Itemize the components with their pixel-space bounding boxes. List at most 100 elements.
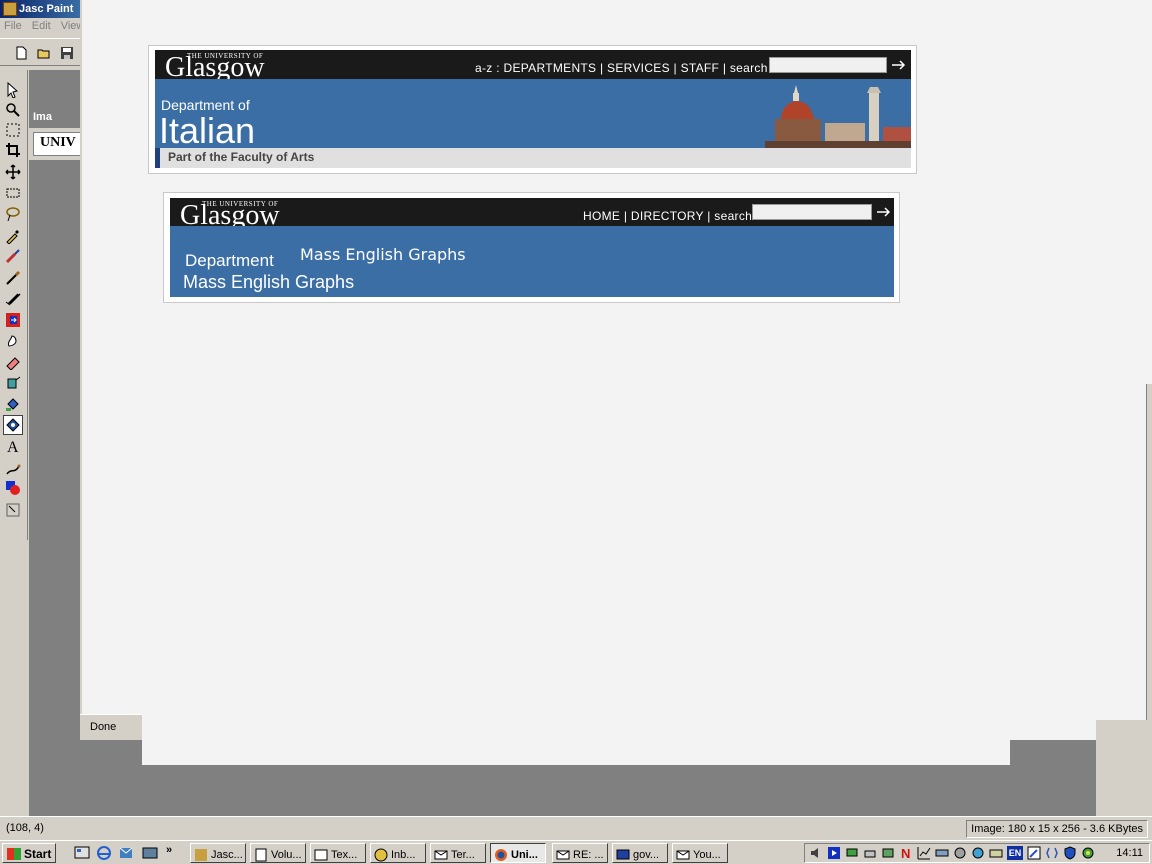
text-app-icon [314,849,328,860]
firefox-icon [495,848,507,861]
new-file-icon[interactable] [12,44,30,62]
chart-icon[interactable] [917,846,931,860]
search-go-arrow-icon[interactable] [891,58,907,72]
browser-frame-edge [1096,720,1152,816]
draw-tool-icon[interactable] [3,458,23,478]
tool-tray-icon[interactable] [953,846,967,860]
task-jasc[interactable]: Jasc... [190,843,246,863]
jasc-app-icon [195,848,207,861]
psp-statusbar: (108, 4) Image: 180 x 15 x 256 - 3.6 KBy… [0,816,1152,840]
norton-icon[interactable]: N [899,846,913,860]
crop-tool-icon[interactable] [3,140,23,160]
printer-icon[interactable] [863,846,877,860]
task-inbox[interactable]: Inb... [370,843,426,863]
antivirus-icon[interactable] [1081,846,1095,860]
image-window[interactable]: Ima UNIV [29,108,81,160]
retouch-tool-icon[interactable] [3,330,23,350]
language-indicator[interactable]: EN [1007,846,1023,860]
eraser-tool-icon[interactable] [3,352,23,372]
faculty-link[interactable]: Part of the Faculty of Arts [160,148,911,168]
clock[interactable]: 14:11 [1116,847,1143,859]
airbrush-tool-icon[interactable] [3,372,23,392]
quick-launch-app-icon[interactable] [142,845,158,861]
object-selector-icon[interactable] [3,500,23,520]
deform-tool-icon[interactable] [3,120,23,140]
psp-app-icon [3,2,17,16]
open-folder-icon[interactable] [35,44,53,62]
zoom-tool-icon[interactable] [3,100,23,120]
scanner-icon[interactable] [935,846,949,860]
header2-nav-links[interactable]: HOME | DIRECTORY | search [583,209,752,223]
psp-title: Jasc Paint [19,2,74,15]
paint-brush-icon[interactable] [3,246,23,266]
italian-banner: THE UNIVERSITY OF Glasgow a-z : DEPARTME… [148,45,917,174]
department-label: Department [185,251,274,270]
show-desktop-icon[interactable] [74,845,90,861]
image-window-canvas: UNIV [33,132,81,156]
task-gov[interactable]: gov... [612,843,668,863]
cursor-coordinates: (108, 4) [6,822,44,834]
department-name: Mass English Graphs [183,272,355,292]
browser-scrollbar[interactable] [1146,384,1152,720]
windows-taskbar: Start » Jasc... Volu... Tex... Inb... Te… [0,840,1152,864]
mail-icon [434,850,448,859]
bracket-tray-icon[interactable] [1045,846,1059,860]
mail-icon [676,850,690,859]
mail-icon [556,850,570,859]
florence-cathedral-image [765,79,911,148]
media-player-icon[interactable] [827,846,841,860]
task-volume[interactable]: Volu... [250,843,306,863]
save-icon[interactable] [58,44,76,62]
connection-icon[interactable] [881,846,895,860]
color-replacer-icon[interactable] [3,288,23,308]
move-tool-icon[interactable] [3,162,23,182]
shield-icon[interactable] [1063,846,1077,860]
task-reply-mail[interactable]: RE: ... [552,843,608,863]
dropper-tool-icon[interactable] [3,226,23,246]
overlay-text: Mass English Graphs [300,245,466,264]
task-you[interactable]: You... [672,843,728,863]
browser-content-lower [142,720,1010,765]
image-window-title[interactable]: Ima [29,108,81,128]
outlook-icon[interactable] [118,845,134,861]
monitor-icon [616,849,630,859]
start-button[interactable]: Start [2,843,56,863]
menu-file[interactable]: File [4,20,22,32]
windows-logo-icon [7,848,21,860]
task-terminal[interactable]: Ter... [430,843,486,863]
internet-explorer-icon[interactable] [96,845,112,861]
search-input[interactable] [769,57,887,73]
network-icon[interactable] [845,846,859,860]
psp-titlebar[interactable]: Jasc Paint [0,0,82,18]
freehand-selection-icon[interactable] [3,204,23,224]
header-nav-links[interactable]: a-z : DEPARTMENTS | SERVICES | STAFF | s… [475,61,768,75]
menu-view[interactable]: View [61,20,82,32]
task-university-browser[interactable]: Uni... [490,843,546,863]
pointer-tool-icon[interactable] [3,80,23,100]
psp-menubar: File Edit View [0,18,82,36]
search2-input[interactable] [752,204,872,220]
picture-tube-icon[interactable] [3,415,23,435]
edit-tray-icon[interactable] [1027,846,1041,860]
flood-fill-icon[interactable] [3,394,23,414]
search2-go-arrow-icon[interactable] [876,205,892,219]
quick-launch-overflow[interactable]: » [166,844,172,856]
task-text[interactable]: Tex... [310,843,366,863]
banner-header: THE UNIVERSITY OF Glasgow a-z : DEPARTME… [155,50,911,82]
glasgow-logo[interactable]: Glasgow [165,54,265,82]
text-tool-icon[interactable]: A [3,436,23,456]
globe-icon[interactable] [971,846,985,860]
speaker-icon[interactable] [809,846,823,860]
browser-status-text: Done [90,721,117,733]
menu-edit[interactable]: Edit [32,20,51,32]
psp-tools-palette: A [0,70,28,540]
clone-brush-icon[interactable] [3,268,23,288]
color-swap-icon[interactable] [3,310,23,330]
selection-tool-icon[interactable] [3,183,23,203]
keyboard-icon[interactable] [989,846,1003,860]
svg-text:A: A [7,439,19,454]
image-info: Image: 180 x 15 x 256 - 3.6 KBytes [966,820,1148,838]
inbox-app-icon [374,848,388,861]
preset-shapes-icon[interactable] [3,478,23,498]
start-label: Start [24,847,52,861]
